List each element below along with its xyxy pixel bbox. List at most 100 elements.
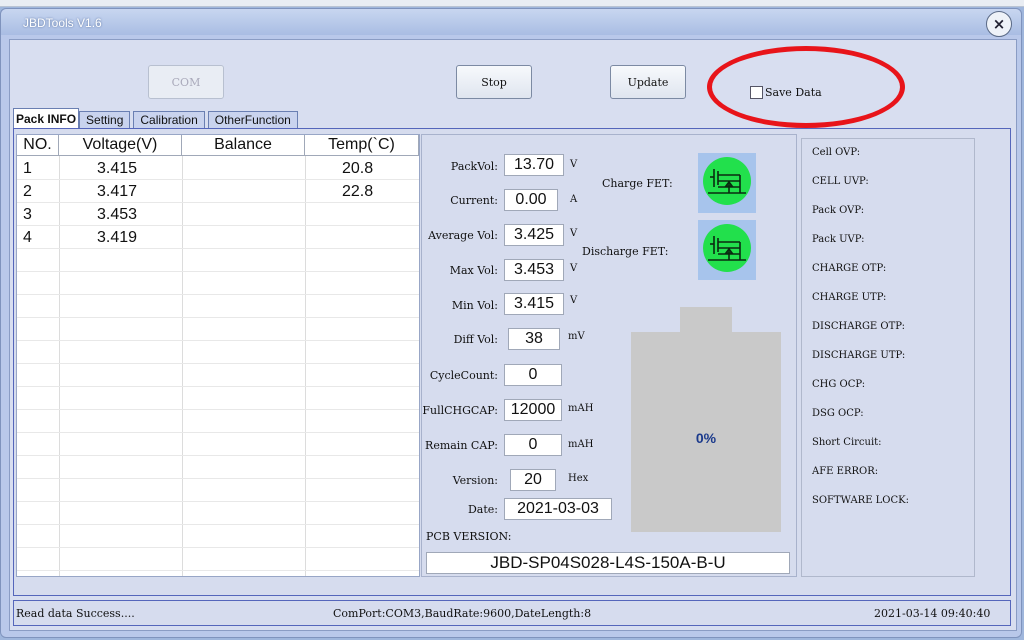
protection-afe-error: AFE ERROR: xyxy=(812,466,879,477)
date-field: 2021-03-03 xyxy=(504,498,612,520)
full-chg-cap-field: 12000 xyxy=(504,399,562,421)
min-vol-unit: V xyxy=(570,295,578,306)
table-row-divider xyxy=(17,501,419,502)
diff-vol-unit: mV xyxy=(568,331,585,342)
tab-calibration[interactable]: Calibration xyxy=(133,111,205,128)
table-row-divider xyxy=(17,248,419,249)
cell-temp: 20.8 xyxy=(342,159,374,177)
status-message: Read data Success.... xyxy=(16,607,135,620)
min-vol-field: 3.415 xyxy=(504,293,564,315)
table-row-divider xyxy=(17,455,419,456)
protection-discharge-otp: DISCHARGE OTP: xyxy=(812,321,906,332)
table-row-divider xyxy=(17,271,419,272)
pack-vol-label: PackVol: xyxy=(450,160,498,173)
update-button[interactable]: Update xyxy=(610,65,686,99)
remain-cap-field: 0 xyxy=(504,434,562,456)
cell-temp: 22.8 xyxy=(342,182,374,200)
tab-setting[interactable]: Setting xyxy=(79,111,131,128)
full-chg-cap-unit: mAH xyxy=(568,403,594,414)
mosfet-icon xyxy=(708,236,746,261)
pack-vol-field: 13.70 xyxy=(504,154,564,176)
remain-cap-label: Remain CAP: xyxy=(425,439,498,452)
cell-no: 1 xyxy=(23,159,32,177)
background-window-strip xyxy=(0,0,1024,7)
table-row-divider xyxy=(17,432,419,433)
protection-charge-otp: CHARGE OTP: xyxy=(812,263,887,274)
close-icon: × xyxy=(992,15,1006,33)
charge-fet-label: Charge FET: xyxy=(602,177,673,190)
tab-bar: Pack INFO Setting Calibration OtherFunct… xyxy=(13,108,301,128)
pack-info-panel: NO. Voltage(V) Balance Temp(`C) 1 3.415 … xyxy=(13,128,1011,596)
average-vol-label: Average Vol: xyxy=(428,229,498,242)
column-header-voltage: Voltage(V) xyxy=(59,135,182,156)
protection-chg-ocp: CHG OCP: xyxy=(812,379,866,390)
average-vol-field: 3.425 xyxy=(504,224,564,246)
column-header-temp: Temp(`C) xyxy=(305,135,419,156)
protection-charge-utp: CHARGE UTP: xyxy=(812,292,887,303)
max-vol-field: 3.453 xyxy=(504,259,564,281)
window-title: JBDTools V1.6 xyxy=(23,16,102,30)
battery-percent: 0% xyxy=(695,430,717,446)
table-row-divider xyxy=(17,225,419,226)
table-row-divider xyxy=(17,386,419,387)
pack-vol-unit: V xyxy=(570,159,578,170)
charge-fet-indicator xyxy=(698,153,756,213)
discharge-fet-label: Discharge FET: xyxy=(582,245,669,258)
cycle-count-field: 0 xyxy=(504,364,562,386)
title-bar: JBDTools V1.6 × xyxy=(1,9,1021,37)
cycle-count-label: CycleCount: xyxy=(429,369,498,382)
protection-software-lock: SOFTWARE LOCK: xyxy=(812,495,909,506)
com-button[interactable]: COM xyxy=(148,65,224,99)
column-header-balance: Balance xyxy=(182,135,305,156)
table-row-divider xyxy=(17,363,419,364)
protection-cell-ovp: Cell OVP: xyxy=(812,147,861,158)
status-bar: Read data Success.... ComPort:COM3,BaudR… xyxy=(13,600,1011,626)
cell-voltage: 3.419 xyxy=(97,228,138,246)
client-area: COM Stop Update Save Data Pack INFO Sett… xyxy=(9,39,1017,631)
red-annotation-circle xyxy=(707,46,905,128)
pcb-version-field: JBD-SP04S028-L4S-150A-B-U xyxy=(426,552,790,574)
current-field: 0.00 xyxy=(504,189,558,211)
diff-vol-label: Diff Vol: xyxy=(453,333,498,346)
cell-no: 4 xyxy=(23,228,32,246)
protection-cell-uvp: CELL UVP: xyxy=(812,176,869,187)
discharge-fet-indicator xyxy=(698,220,756,280)
battery-gauge: 0% xyxy=(631,332,781,532)
app-window: JBDTools V1.6 × COM Stop Update Save Dat… xyxy=(0,8,1022,638)
protection-discharge-utp: DISCHARGE UTP: xyxy=(812,350,906,361)
tab-other-function[interactable]: OtherFunction xyxy=(207,111,298,128)
column-header-no: NO. xyxy=(17,135,59,156)
table-row-divider xyxy=(17,340,419,341)
cell-voltage: 3.417 xyxy=(97,182,138,200)
current-label: Current: xyxy=(450,194,498,207)
pack-summary-panel: PackVol: 13.70 V Current: 0.00 A Average… xyxy=(421,134,797,577)
version-field: 20 xyxy=(510,469,556,491)
current-unit: A xyxy=(570,194,578,205)
table-row-divider xyxy=(17,478,419,479)
cell-voltage-table: NO. Voltage(V) Balance Temp(`C) 1 3.415 … xyxy=(16,134,420,577)
protection-pack-ovp: Pack OVP: xyxy=(812,205,865,216)
table-row-divider xyxy=(17,294,419,295)
average-vol-unit: V xyxy=(570,228,578,239)
cell-no: 3 xyxy=(23,205,32,223)
max-vol-label: Max Vol: xyxy=(449,264,498,277)
remain-cap-unit: mAH xyxy=(568,439,594,450)
cell-no: 2 xyxy=(23,182,32,200)
battery-terminal xyxy=(680,307,732,333)
protection-status-panel: Cell OVP: CELL UVP: Pack OVP: Pack UVP: … xyxy=(801,138,975,577)
date-label: Date: xyxy=(467,503,498,516)
version-unit: Hex xyxy=(568,473,589,484)
version-label: Version: xyxy=(452,474,498,487)
table-row-divider xyxy=(17,547,419,548)
pcb-version-label: PCB VERSION: xyxy=(426,530,512,543)
cell-voltage: 3.415 xyxy=(97,159,138,177)
full-chg-cap-label: FullCHGCAP: xyxy=(422,404,498,417)
close-button[interactable]: × xyxy=(986,11,1012,37)
tab-pack-info[interactable]: Pack INFO xyxy=(13,108,80,128)
table-row-divider xyxy=(17,570,419,571)
protection-short-circuit: Short Circuit: xyxy=(812,437,882,448)
protection-dsg-ocp: DSG OCP: xyxy=(812,408,864,419)
max-vol-unit: V xyxy=(570,263,578,274)
stop-button[interactable]: Stop xyxy=(456,65,532,99)
status-timestamp: 2021-03-14 09:40:40 xyxy=(874,607,991,620)
